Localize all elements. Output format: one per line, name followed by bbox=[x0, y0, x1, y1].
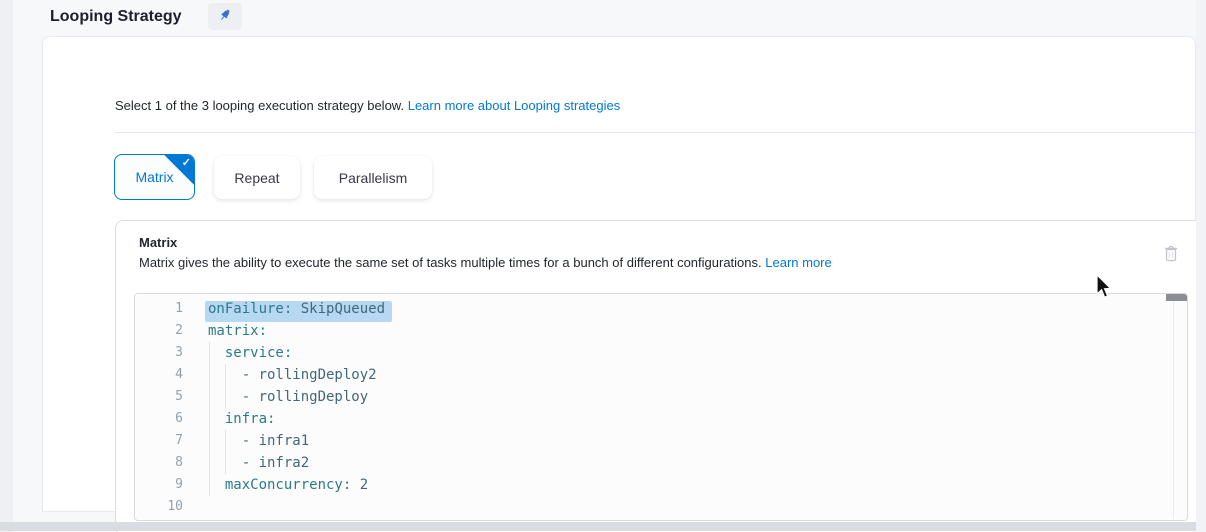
pin-icon bbox=[217, 7, 233, 26]
tab-matrix-label: Matrix bbox=[135, 169, 173, 185]
line-number: 9 bbox=[135, 474, 183, 496]
page-left-gutter bbox=[0, 0, 13, 532]
intro-sentence: Select 1 of the 3 looping execution stra… bbox=[115, 98, 404, 113]
looping-strategy-screen: Looping Strategy Select 1 of the 3 loopi… bbox=[0, 0, 1206, 532]
code-line[interactable]: 4 - rollingDeploy2 bbox=[135, 364, 1187, 386]
code-line[interactable]: 9 maxConcurrency: 2 bbox=[135, 474, 1187, 496]
page-right-gutter bbox=[1196, 0, 1206, 532]
code-line[interactable]: 8 - infra2 bbox=[135, 452, 1187, 474]
tab-matrix[interactable]: Matrix ✓ bbox=[114, 154, 195, 200]
code-line[interactable]: 3 service: bbox=[135, 342, 1187, 364]
intro-text: Select 1 of the 3 looping execution stra… bbox=[115, 98, 620, 113]
editor-scroll-shadow bbox=[1166, 294, 1187, 301]
pin-button[interactable] bbox=[208, 3, 242, 30]
yaml-editor[interactable]: 1 onFailure: SkipQueued 2 matrix: 3 serv… bbox=[134, 293, 1188, 521]
matrix-description-text: Matrix gives the ability to execute the … bbox=[139, 255, 762, 270]
code-line[interactable]: 6 infra: bbox=[135, 408, 1187, 430]
delete-strategy-button[interactable] bbox=[1158, 241, 1184, 267]
line-number: 5 bbox=[135, 386, 183, 408]
line-number: 10 bbox=[135, 496, 183, 518]
code-line[interactable]: 10 bbox=[135, 496, 1187, 518]
code-line[interactable]: 7 - infra1 bbox=[135, 430, 1187, 452]
line-number: 8 bbox=[135, 452, 183, 474]
line-number: 3 bbox=[135, 342, 183, 364]
line-number: 1 bbox=[135, 298, 183, 320]
check-icon: ✓ bbox=[182, 156, 191, 169]
tab-parallelism-label: Parallelism bbox=[339, 170, 407, 186]
line-number: 6 bbox=[135, 408, 183, 430]
code-line[interactable]: 2 matrix: bbox=[135, 320, 1187, 342]
editor-scrollbar[interactable] bbox=[1173, 295, 1174, 519]
page-bottom-edge bbox=[0, 522, 1206, 531]
trash-icon bbox=[1163, 250, 1179, 265]
matrix-card-title: Matrix bbox=[139, 235, 177, 250]
matrix-card-description: Matrix gives the ability to execute the … bbox=[139, 255, 832, 270]
code-lines: 1 onFailure: SkipQueued 2 matrix: 3 serv… bbox=[135, 298, 1187, 518]
line-number: 2 bbox=[135, 320, 183, 342]
code-line[interactable]: 1 onFailure: SkipQueued bbox=[135, 298, 1187, 320]
learn-more-link[interactable]: Learn more bbox=[765, 255, 831, 270]
page-title: Looping Strategy bbox=[50, 8, 182, 26]
looping-strategies-link[interactable]: Learn more about Looping strategies bbox=[408, 98, 620, 113]
intro-divider bbox=[115, 132, 1206, 133]
tab-repeat[interactable]: Repeat bbox=[214, 156, 300, 199]
looping-strategy-panel: Select 1 of the 3 looping execution stra… bbox=[42, 36, 1196, 512]
matrix-strategy-card: Matrix Matrix gives the ability to execu… bbox=[115, 220, 1206, 532]
mouse-pointer-icon bbox=[1096, 274, 1114, 305]
code-line[interactable]: 5 - rollingDeploy bbox=[135, 386, 1187, 408]
line-number: 7 bbox=[135, 430, 183, 452]
tab-repeat-label: Repeat bbox=[234, 170, 279, 186]
line-number: 4 bbox=[135, 364, 183, 386]
tab-parallelism[interactable]: Parallelism bbox=[314, 156, 432, 199]
